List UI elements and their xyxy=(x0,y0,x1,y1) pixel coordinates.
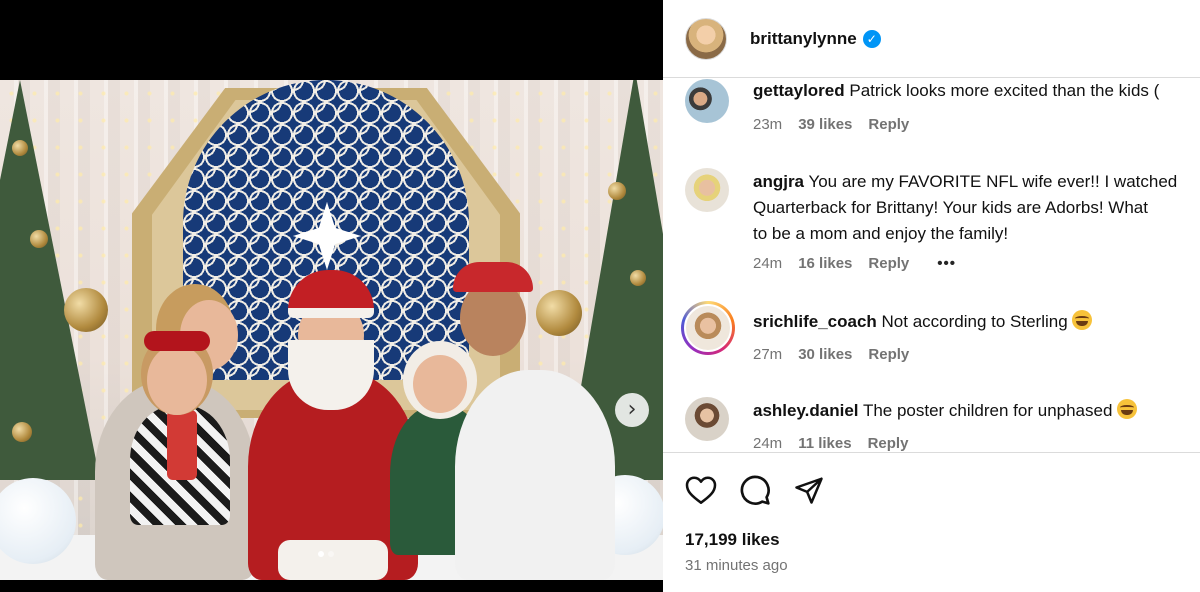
post-side-panel: brittanylynne ✓ gettaylored Patrick look… xyxy=(663,0,1200,592)
gold-ornament xyxy=(12,422,32,442)
like-button[interactable] xyxy=(684,473,718,507)
comment-username[interactable]: angjra xyxy=(753,172,804,191)
reply-button[interactable]: Reply xyxy=(868,435,909,451)
comment-button[interactable] xyxy=(738,473,772,507)
comment-icon xyxy=(740,475,770,505)
share-button[interactable] xyxy=(792,473,826,507)
heart-icon xyxy=(685,476,717,504)
author-avatar[interactable] xyxy=(685,17,727,60)
gold-ornament xyxy=(12,140,28,156)
comment-time: 24m xyxy=(753,435,783,451)
comment-text-line: Quarterback for Brittany! Your kids are … xyxy=(753,198,1148,217)
comment-username[interactable]: ashley.daniel xyxy=(753,401,859,420)
reply-button[interactable]: Reply xyxy=(868,255,909,272)
comment-username[interactable]: srichlife_coach xyxy=(753,312,877,331)
comments-list: gettaylored Patrick looks more excited t… xyxy=(663,79,1200,451)
more-options-icon[interactable]: ••• xyxy=(937,255,956,272)
comment-meta: 27m 30 likes Reply xyxy=(753,346,909,363)
commenter-avatar[interactable] xyxy=(685,397,729,441)
verified-badge-icon: ✓ xyxy=(862,29,881,48)
comment-text-line: to be a mom and enjoy the family! xyxy=(753,224,1009,243)
comment-time: 24m xyxy=(753,255,783,272)
share-icon xyxy=(795,477,823,504)
commenter-avatar[interactable] xyxy=(685,168,729,212)
comment-likes[interactable]: 11 likes xyxy=(798,435,851,451)
gold-ornament xyxy=(608,182,626,200)
comment-username[interactable]: gettaylored xyxy=(753,81,845,100)
post-timestamp[interactable]: 31 minutes ago xyxy=(685,557,788,574)
comment-text: The poster children for unphased xyxy=(862,401,1113,420)
reply-button[interactable]: Reply xyxy=(868,346,909,363)
comment-meta: 24m 16 likes Reply ••• xyxy=(753,255,956,272)
carousel-dot-active xyxy=(318,551,324,557)
comment-text: Not according to Sterling xyxy=(881,312,1068,331)
post-photo[interactable]: › xyxy=(0,80,663,580)
commenter-avatar[interactable] xyxy=(685,79,729,123)
like-count[interactable]: 17,199 likes xyxy=(685,530,780,550)
post-media: › xyxy=(0,0,663,592)
carousel-next-button[interactable]: › xyxy=(615,393,649,427)
comment-text-line: You are my FAVORITE NFL wife ever!! I wa… xyxy=(808,172,1178,191)
person-girl xyxy=(122,325,232,580)
comment-text: Patrick looks more excited than the kids… xyxy=(849,81,1160,100)
laughing-emoji-icon xyxy=(1072,310,1093,330)
reply-button[interactable]: Reply xyxy=(868,116,909,133)
carousel-dot xyxy=(328,551,334,557)
comment-time: 27m xyxy=(753,346,783,363)
commenter-avatar-story-ring[interactable] xyxy=(681,301,735,355)
comment-meta: 24m 11 likes Reply xyxy=(753,435,908,451)
carousel-indicator xyxy=(318,551,334,557)
post-actions: 17,199 likes 31 minutes ago xyxy=(663,452,1200,592)
author-username[interactable]: brittanylynne xyxy=(750,29,857,49)
comment-likes[interactable]: 16 likes xyxy=(798,255,852,272)
chevron-right-icon: › xyxy=(627,397,637,422)
comment-likes[interactable]: 30 likes xyxy=(798,346,852,363)
gold-ornament xyxy=(30,230,48,248)
laughing-emoji-icon xyxy=(1117,399,1138,419)
comment-meta: 23m 39 likes Reply xyxy=(753,116,909,133)
comment-time: 23m xyxy=(753,116,783,133)
person-father xyxy=(405,260,615,580)
post-header: brittanylynne ✓ xyxy=(663,0,1200,78)
comment-likes[interactable]: 39 likes xyxy=(798,116,852,133)
gold-ornament xyxy=(630,270,646,286)
